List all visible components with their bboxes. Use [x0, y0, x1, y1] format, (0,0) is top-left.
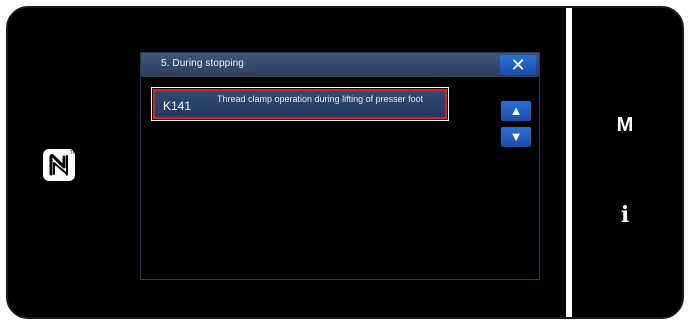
- dialog-header: 5. During stopping ✕: [141, 53, 539, 77]
- nfc-icon: TM: [43, 149, 76, 181]
- item-description: Thread clamp operation during lifting of…: [217, 94, 424, 104]
- item-code: K141: [163, 99, 192, 113]
- list-item-k141[interactable]: K141 Thread clamp operation during lifti…: [151, 87, 449, 121]
- close-button[interactable]: ✕: [500, 55, 536, 75]
- main-screen: TM 5. During stopping ✕ K141 Thread clam…: [14, 14, 566, 311]
- device-frame: TM 5. During stopping ✕ K141 Thread clam…: [6, 6, 684, 319]
- scroll-down-button[interactable]: ▼: [501, 127, 531, 147]
- menu-key-button[interactable]: M: [572, 114, 678, 137]
- svg-text:TM: TM: [69, 150, 76, 155]
- dialog-title: 5. During stopping: [161, 58, 244, 69]
- settings-dialog: 5. During stopping ✕ K141 Thread clamp o…: [140, 52, 540, 280]
- scroll-up-button[interactable]: ▲: [501, 101, 531, 121]
- side-panel: M i: [572, 14, 678, 311]
- info-key-button[interactable]: i: [572, 202, 678, 228]
